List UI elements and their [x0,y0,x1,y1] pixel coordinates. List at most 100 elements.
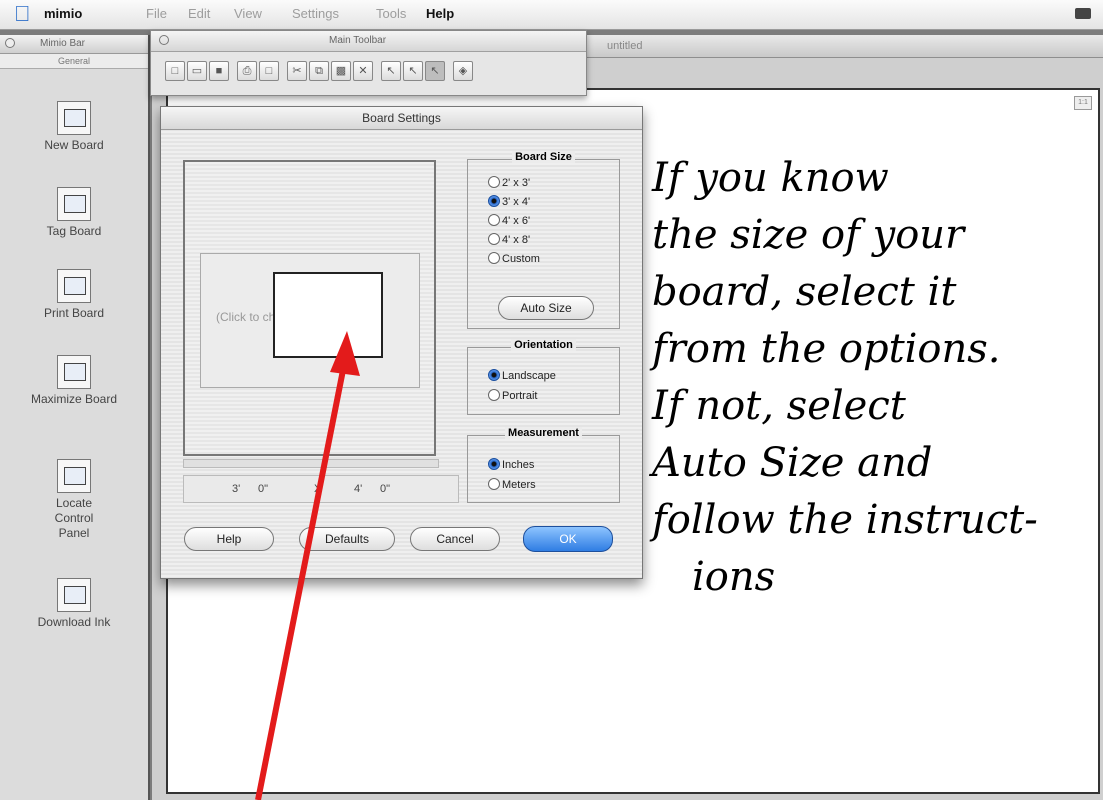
radio-selected-icon [488,369,500,381]
radio-icon [488,478,500,490]
note-line: the size of your [652,212,965,258]
tag-board-label: Tag Board [46,224,102,238]
main-toolbar-title: Main Toolbar [329,35,387,46]
main-toolbar: Main Toolbar □ ▭ ■ ⎙ □ ✂ ⧉ ▩ ✕ ↖ ↖ ↖ ◈ [150,30,587,96]
radio-meters[interactable]: Meters [488,478,536,491]
cancel-button[interactable]: Cancel [410,527,500,551]
tag-board-button[interactable]: Tag Board [0,187,148,239]
mimio-bar-title: Mimio Bar [40,38,86,49]
ok-button[interactable]: OK [523,526,613,552]
radio-icon [488,252,500,264]
radio-label: Landscape [502,370,556,382]
radio-size-3x4[interactable]: 3' x 4' [488,195,530,208]
print-board-button[interactable]: Print Board [0,269,148,321]
width-inches: 0" [258,483,269,495]
menu-app[interactable]: mimio [44,6,82,21]
radio-icon [488,389,500,401]
new-board-button[interactable]: New Board [0,101,148,153]
menu-file[interactable]: File [146,6,167,21]
note-line: If not, select [652,383,906,429]
note-line: board, select it [652,269,957,315]
menu-settings[interactable]: Settings [292,6,339,21]
select-tool-icon[interactable]: ↖ [381,61,401,81]
note-line: If you know [652,155,889,201]
paste-icon[interactable]: ▩ [331,61,351,81]
handwritten-note: If you know the size of your board, sele… [652,150,1092,606]
download-ink-button[interactable]: Download Ink [0,578,148,630]
print-icon[interactable]: ⎙ [237,61,257,81]
board-preview-rect[interactable] [273,272,383,358]
open-folder-icon[interactable]: ▭ [187,61,207,81]
print-board-label: Print Board [43,306,105,320]
color-area[interactable]: (Click to change color) [200,253,420,388]
radio-size-4x6[interactable]: 4' x 6' [488,214,530,227]
menu-view[interactable]: View [234,6,262,21]
dialog-title: Board Settings [161,107,642,130]
note-line: from the options. [652,326,1001,372]
preview-scrollbar[interactable] [183,459,439,468]
locate-control-panel-button[interactable]: Locate Control Panel [0,459,148,541]
note-line: ions [692,554,776,600]
menubar-status-icon[interactable] [1075,8,1091,19]
close-icon[interactable] [159,35,169,45]
radio-icon [488,233,500,245]
radio-label: Inches [502,459,535,471]
width-feet: 3' [232,483,241,495]
radio-size-custom[interactable]: Custom [488,252,540,265]
copy-icon[interactable]: ⧉ [309,61,329,81]
orientation-group: Orientation Landscape Portrait [467,339,620,415]
download-ink-label: Download Ink [37,615,111,629]
maximize-board-icon [57,355,91,389]
radio-selected-icon [488,458,500,470]
mimio-bar-titlebar[interactable]: Mimio Bar [0,35,148,54]
height-inches: 0" [380,483,391,495]
menu-help[interactable]: Help [426,6,454,21]
zoom-icon[interactable]: 1:1 [1074,96,1092,110]
board-size-title: Board Size [512,151,575,163]
dims-separator: X [314,483,322,495]
apple-menu-icon[interactable]:  [14,3,31,25]
radio-label: 4' x 6' [502,215,531,227]
radio-selected-icon [488,195,500,207]
new-board-label: New Board [44,138,104,152]
mimio-bar-section[interactable]: General [0,54,148,69]
note-line: follow the instruct- [652,497,1038,543]
orientation-title: Orientation [511,339,576,351]
radio-size-2x3[interactable]: 2' x 3' [488,176,530,189]
menu-edit[interactable]: Edit [188,6,210,21]
tag-board-icon [57,187,91,221]
radio-label: Meters [502,479,536,491]
auto-size-button[interactable]: Auto Size [498,296,594,320]
main-toolbar-titlebar[interactable]: Main Toolbar [151,31,586,52]
radio-portrait[interactable]: Portrait [488,389,537,402]
locate-control-panel-icon [57,459,91,493]
radio-label: 4' x 8' [502,234,531,246]
radio-icon [488,214,500,226]
close-icon[interactable] [5,38,15,48]
print-preview-icon[interactable]: □ [259,61,279,81]
radio-label: 2' x 3' [502,177,531,189]
maximize-board-button[interactable]: Maximize Board [0,355,148,407]
cut-icon[interactable]: ✂ [287,61,307,81]
board-settings-dialog: Board Settings (Click to change color) 3… [160,106,643,579]
height-feet: 4' [354,483,363,495]
new-doc-icon[interactable]: □ [165,61,185,81]
delete-icon[interactable]: ✕ [353,61,373,81]
print-board-icon [57,269,91,303]
board-preview: (Click to change color) [183,160,436,456]
board-dimensions: 3' 0" X 4' 0" [183,475,459,503]
pointer-tool-icon[interactable]: ↖ [425,61,445,81]
mimio-tool-icon[interactable]: ◈ [453,61,473,81]
radio-label: Custom [502,253,540,265]
radio-inches[interactable]: Inches [488,458,534,471]
help-button[interactable]: Help [184,527,274,551]
radio-landscape[interactable]: Landscape [488,369,556,382]
board-size-group: Board Size 2' x 3' 3' x 4' 4' x 6' 4' x … [467,151,620,329]
menu-tools[interactable]: Tools [376,6,406,21]
zoom-tool-icon[interactable]: ↖ [403,61,423,81]
defaults-button[interactable]: Defaults [299,527,395,551]
new-board-icon [57,101,91,135]
radio-size-4x8[interactable]: 4' x 8' [488,233,530,246]
measurement-title: Measurement [505,427,582,439]
save-icon[interactable]: ■ [209,61,229,81]
